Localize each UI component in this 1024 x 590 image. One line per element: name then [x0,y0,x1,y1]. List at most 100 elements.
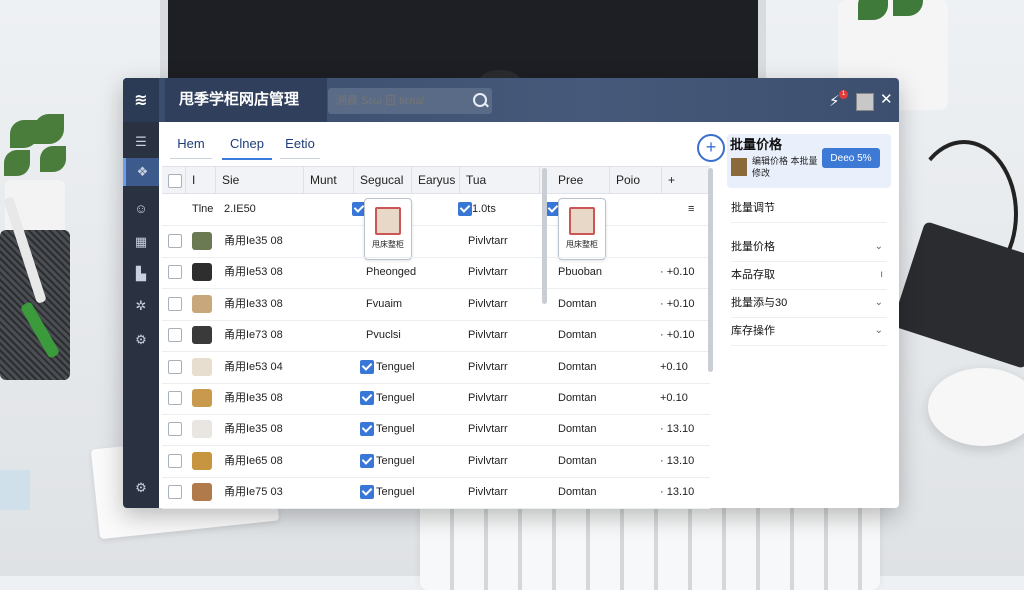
star-icon[interactable]: ✲ [123,292,159,320]
price-value: Domtan [558,329,597,342]
add-column-button[interactable]: + [662,167,696,193]
product-name: 甬用Ie35 08 [224,392,283,404]
price-value: Domtan [558,423,597,436]
notification-bell-icon[interactable]: ⚡ [829,92,840,110]
column-header[interactable]: Sie [216,167,304,193]
column-header[interactable]: Segucal [354,167,412,193]
product-name: 甬用Ie33 08 [224,297,283,310]
earnings-value: Pivlvtarr [468,360,508,373]
background-monitor [160,0,766,88]
product-thumbnail [192,357,212,376]
product-name: 甬用Ie35 08 [224,235,283,247]
table-row[interactable]: 甬用Ie75 03 Tenguel Pivlvtarr Domtan · 13.10 [162,477,710,510]
column-header[interactable]: Earyus [412,167,460,193]
row-checkbox[interactable] [168,477,182,508]
search-input[interactable] [328,88,492,114]
table-row[interactable]: 甬用Ie73 08 Pvuclsi Pivlvtarr Domtan · +0.10 [162,320,710,353]
row-cell: Tlne [192,203,214,215]
user-avatar[interactable] [856,93,874,111]
price-value: Pbuoban [558,266,603,279]
percent-value: +0.10 [660,392,688,404]
menu-icon[interactable]: ☰ [123,128,159,156]
row-checkbox[interactable] [360,352,374,383]
table-scrollbar[interactable] [542,168,547,304]
tab-eetio[interactable]: Eetio [280,130,320,159]
column-header[interactable]: Pree [552,167,610,193]
store-icon[interactable]: ▙ [123,260,159,288]
gear-icon[interactable]: ⚙ [123,326,159,354]
product-thumbnail [192,420,212,439]
row-checkbox[interactable] [168,257,182,288]
earnings-value: Pivlvtarr [468,235,508,247]
row-checkbox[interactable] [360,446,374,477]
row-checkbox[interactable] [168,414,182,445]
earnings-value: Pivlvtarr [468,329,508,342]
row-checkbox[interactable] [360,477,374,508]
row-checkbox[interactable] [168,446,182,477]
row-checkbox[interactable] [360,383,374,414]
row-menu-icon[interactable]: ≡ [688,194,694,225]
chevron-down-icon[interactable]: ⌄ [875,317,883,345]
notification-badge: 1 [839,90,848,99]
row-checkbox[interactable] [360,414,374,445]
panel-menu-item[interactable]: 本品存取 ı [731,261,887,290]
panel-menu-label: 批量价格 [731,241,775,253]
row-checkbox[interactable] [168,289,182,320]
row-checkbox[interactable] [458,194,472,225]
row-cell: 2.IE50 [224,203,256,215]
percent-value: · 13.10 [660,423,695,436]
table-row[interactable]: Tlne 2.IE50 1.0ts ≡ [162,194,710,226]
panel-menu-item[interactable]: 批量调节 [731,194,887,223]
table-row[interactable]: 甬用Ie53 04 Tenguel Pivlvtarr Domtan +0.10 [162,352,710,384]
sidebar-item-products-icon[interactable]: ❖ [123,158,159,186]
price-value: Domtan [558,486,597,499]
app-logo-icon[interactable]: ≋ [123,78,159,122]
price-value: Domtan [558,392,597,404]
panel-menu-item[interactable]: 批量添与30 ⌄ [731,289,887,318]
segment-value: Tenguel [376,392,415,404]
users-icon[interactable]: ☺ [123,194,159,222]
grid-icon[interactable]: ▦ [123,228,159,256]
search-icon[interactable] [473,93,487,107]
table-row[interactable]: 甬用Ie33 08 Fvuaim Pivlvtarr Domtan · +0.10 [162,289,710,321]
column-header[interactable]: Poio [610,167,662,193]
chevron-down-icon[interactable]: ı [880,261,883,289]
select-all-checkbox[interactable] [162,167,186,193]
table-row[interactable]: 甬用Ie53 08 Pheonged Pivlvtarr Pbuoban · +0.10 [162,257,710,290]
row-checkbox[interactable] [168,320,182,351]
chevron-down-icon[interactable]: ⌄ [875,289,883,317]
earnings-value: Pivlvtarr [468,392,508,404]
row-checkbox[interactable] [168,383,182,414]
tab-clnep[interactable]: Clnep [222,130,272,160]
panel-menu-item[interactable]: 库存操作 ⌄ [731,317,887,346]
product-name: 甬用Ie75 03 [224,486,283,499]
settings-icon[interactable]: ⚙ [123,474,159,502]
percent-value: · 13.10 [660,454,695,467]
product-thumbnail [192,326,212,345]
tab-hem[interactable]: Hem [170,130,212,159]
earnings-value: Pivlvtarr [468,423,508,436]
column-header[interactable]: Munt [304,167,354,193]
earnings-value: Pivlvtarr [468,486,508,499]
row-checkbox[interactable] [168,226,182,257]
price-value: Domtan [558,360,597,373]
table-row[interactable]: 甬用Ie65 08 Tenguel Pivlvtarr Domtan · 13.10 [162,446,710,478]
product-name: 甬用Ie53 08 [224,266,283,279]
row-checkbox[interactable] [168,352,182,383]
table-row[interactable]: 甬用Ie35 08 Tenguel Pivlvtarr Domtan +0.10 [162,383,710,415]
percent-value: +0.10 [660,360,688,373]
add-icon[interactable]: + [697,134,725,162]
table-row[interactable]: 甬用Ie35 08 Pivlvtarr [162,226,710,258]
column-header[interactable]: Tua [460,167,540,193]
apply-discount-button[interactable]: Deeo 5% [822,148,880,168]
product-name: 甬用Ie35 08 [224,423,283,436]
table-scrollbar-right[interactable] [708,168,713,372]
sidebar: ☰ ❖ ☺ ▦ ▙ ✲ ⚙ ⚙ [123,122,159,508]
close-icon[interactable]: ✕ [880,90,893,108]
table-row[interactable]: 甬用Ie35 08 Tenguel Pivlvtarr Domtan · 13.10 [162,414,710,447]
panel-menu-label: 批量添与30 [731,297,788,309]
column-header[interactable]: I [186,167,216,193]
price-value: Domtan [558,454,597,467]
panel-menu-item[interactable]: 批量价格 ⌄ [731,233,887,262]
chevron-down-icon[interactable]: ⌄ [875,233,883,261]
